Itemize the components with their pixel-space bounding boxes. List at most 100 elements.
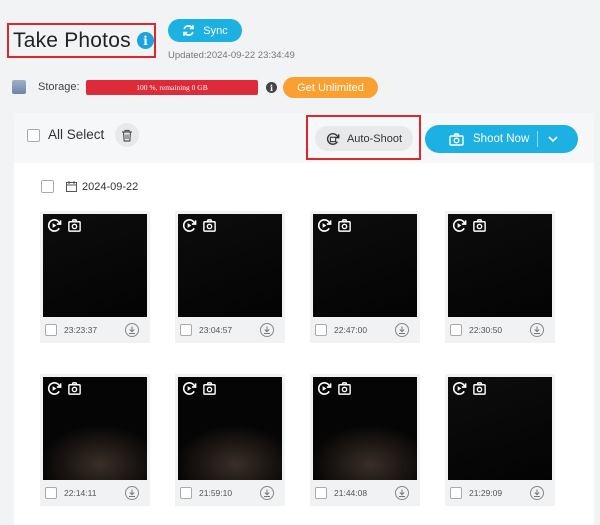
auto-shoot-icon xyxy=(317,382,332,395)
photo-card[interactable]: 23:04:57 xyxy=(175,211,285,343)
chevron-down-icon[interactable] xyxy=(547,133,559,145)
photo-time: 21:44:08 xyxy=(334,488,368,498)
photo-card[interactable]: 22:47:00 xyxy=(310,211,420,343)
photo-card-footer: 23:23:37 xyxy=(40,319,150,343)
auto-shoot-button[interactable]: Auto-Shoot xyxy=(315,126,413,151)
camera-icon xyxy=(68,219,81,232)
photo-checkbox[interactable] xyxy=(180,487,192,499)
download-icon[interactable] xyxy=(530,323,544,337)
auto-shoot-icon xyxy=(326,132,340,145)
sync-label: Sync xyxy=(203,24,228,37)
photo-card[interactable]: 22:30:50 xyxy=(445,211,555,343)
photos-toolbar: All Select Auto-Shoot Shoot Now xyxy=(14,113,594,163)
date-group-label: 2024-09-22 xyxy=(82,180,139,193)
photo-card[interactable]: 22:14:11 xyxy=(40,374,150,506)
camera-icon xyxy=(473,382,486,395)
photo-overlay-icons xyxy=(47,218,82,233)
delete-button[interactable] xyxy=(115,123,139,147)
auto-shoot-icon xyxy=(47,382,62,395)
title-highlight-box: Take Photos xyxy=(7,23,156,58)
photo-thumbnail[interactable] xyxy=(313,377,417,480)
photo-thumbnail[interactable] xyxy=(448,214,552,317)
camera-icon xyxy=(338,382,351,395)
camera-icon xyxy=(449,132,464,146)
photo-thumbnail[interactable] xyxy=(178,214,282,317)
photo-card-footer: 21:44:08 xyxy=(310,482,420,506)
photo-thumbnail[interactable] xyxy=(313,214,417,317)
auto-shoot-highlight-box: Auto-Shoot xyxy=(306,115,421,160)
photo-time: 22:47:00 xyxy=(334,325,368,335)
storage-progress-text: 100 %, remaining 0 GB xyxy=(136,83,208,92)
sync-button[interactable]: Sync xyxy=(168,19,242,42)
photo-card-footer: 23:04:57 xyxy=(175,319,285,343)
photo-thumbnail[interactable] xyxy=(43,214,147,317)
camera-icon xyxy=(68,382,81,395)
auto-shoot-icon xyxy=(182,219,197,232)
photo-card[interactable]: 21:29:09 xyxy=(445,374,555,506)
photo-checkbox[interactable] xyxy=(315,487,327,499)
download-icon[interactable] xyxy=(395,323,409,337)
download-icon[interactable] xyxy=(125,486,139,500)
auto-shoot-icon xyxy=(182,382,197,395)
auto-shoot-icon xyxy=(452,382,467,395)
updated-timestamp: Updated:2024-09-22 23:34:49 xyxy=(168,50,295,61)
photo-overlay-icons xyxy=(452,381,487,396)
shoot-now-button[interactable]: Shoot Now xyxy=(425,125,578,153)
auto-shoot-icon xyxy=(317,219,332,232)
auto-shoot-icon xyxy=(452,219,467,232)
photo-overlay-icons xyxy=(182,218,217,233)
photo-checkbox[interactable] xyxy=(45,487,57,499)
photo-overlay-icons xyxy=(317,381,352,396)
photo-time: 21:29:09 xyxy=(469,488,503,498)
storage-label: Storage: xyxy=(38,81,80,93)
download-icon[interactable] xyxy=(125,323,139,337)
download-icon[interactable] xyxy=(530,486,544,500)
download-icon[interactable] xyxy=(260,323,274,337)
get-unlimited-button[interactable]: Get Unlimited xyxy=(283,77,378,98)
photo-time: 23:23:37 xyxy=(64,325,98,335)
photo-overlay-icons xyxy=(47,381,82,396)
photo-time: 22:14:11 xyxy=(64,488,97,498)
auto-shoot-icon xyxy=(47,219,62,232)
camera-icon xyxy=(203,382,216,395)
date-group-header: 2024-09-22 xyxy=(41,180,138,193)
download-icon[interactable] xyxy=(260,486,274,500)
photo-card-footer: 22:30:50 xyxy=(445,319,555,343)
photo-time: 21:59:10 xyxy=(199,488,233,498)
photo-card[interactable]: 21:44:08 xyxy=(310,374,420,506)
download-icon[interactable] xyxy=(395,486,409,500)
photo-checkbox[interactable] xyxy=(315,324,327,336)
photo-card-footer: 21:59:10 xyxy=(175,482,285,506)
photo-thumbnail[interactable] xyxy=(178,377,282,480)
photo-checkbox[interactable] xyxy=(180,324,192,336)
storage-progress-bar: 100 %, remaining 0 GB xyxy=(86,80,258,95)
photo-overlay-icons xyxy=(317,218,352,233)
storage-info-icon[interactable]: i xyxy=(266,82,277,93)
photo-thumbnail[interactable] xyxy=(43,377,147,480)
header: Take Photos i Sync Updated:2024-09-22 23… xyxy=(0,0,600,112)
photo-time: 23:04:57 xyxy=(199,325,233,335)
sync-icon xyxy=(183,25,195,36)
select-all-label[interactable]: All Select xyxy=(48,127,104,142)
photo-time: 22:30:50 xyxy=(469,325,503,335)
camera-icon xyxy=(203,219,216,232)
select-all-checkbox[interactable] xyxy=(27,129,40,142)
photo-checkbox[interactable] xyxy=(450,324,462,336)
camera-icon xyxy=(338,219,351,232)
photo-thumbnail[interactable] xyxy=(448,377,552,480)
page-title: Take Photos xyxy=(13,28,131,52)
photo-card[interactable]: 23:23:37 xyxy=(40,211,150,343)
photo-card-footer: 22:14:11 xyxy=(40,482,150,506)
shoot-now-divider xyxy=(537,131,538,147)
trash-icon xyxy=(122,129,132,142)
auto-shoot-label: Auto-Shoot xyxy=(346,132,403,145)
photo-card-footer: 22:47:00 xyxy=(310,319,420,343)
photos-panel: All Select Auto-Shoot Shoot Now 2024-09-… xyxy=(14,113,594,525)
date-group-checkbox[interactable] xyxy=(41,180,54,193)
photo-overlay-icons xyxy=(182,381,217,396)
photo-checkbox[interactable] xyxy=(45,324,57,336)
shoot-now-label: Shoot Now xyxy=(473,133,530,145)
info-icon[interactable]: i xyxy=(137,32,154,49)
photo-checkbox[interactable] xyxy=(450,487,462,499)
photo-card[interactable]: 21:59:10 xyxy=(175,374,285,506)
